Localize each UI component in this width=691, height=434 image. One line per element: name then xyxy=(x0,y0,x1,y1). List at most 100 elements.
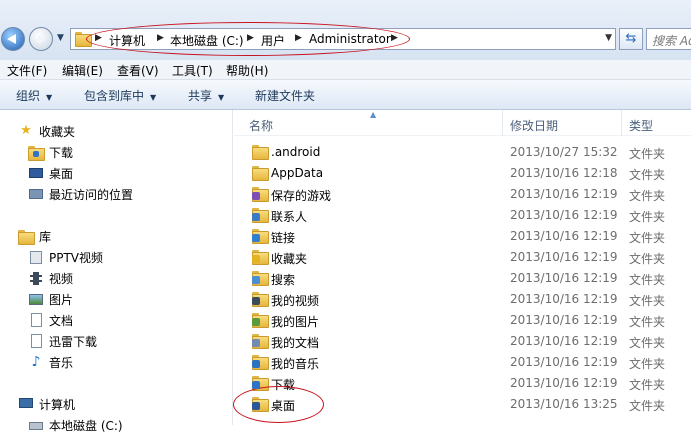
file-type: 文件夹 xyxy=(629,147,666,161)
include-in-library-button[interactable]: 包含到库中 ▼ xyxy=(84,87,156,104)
forward-button[interactable] xyxy=(29,27,53,51)
breadcrumb-separator-icon[interactable]: ▶ xyxy=(157,33,164,43)
breadcrumb-separator-icon[interactable]: ▶ xyxy=(95,33,102,43)
downloads-folder-icon xyxy=(28,144,45,161)
file-type: 文件夹 xyxy=(629,231,666,245)
column-modified[interactable]: 修改日期 xyxy=(510,117,558,134)
file-type: 文件夹 xyxy=(629,294,666,308)
file-type: 文件夹 xyxy=(629,315,666,329)
file-modified-date: 2013/10/16 12:19 xyxy=(510,271,618,285)
table-row[interactable]: 下载 2013/10/16 12:19 文件夹 xyxy=(234,373,691,394)
organize-button[interactable]: 组织 ▼ xyxy=(16,87,52,104)
favorites-folder-icon xyxy=(252,250,269,265)
file-type: 文件夹 xyxy=(629,336,666,350)
recent-pages-chevron-icon[interactable]: ▼ xyxy=(57,33,64,43)
table-row[interactable]: 我的音乐 2013/10/16 12:19 文件夹 xyxy=(234,352,691,373)
refresh-button[interactable]: ⇆ xyxy=(619,28,643,50)
refresh-icon: ⇆ xyxy=(625,31,637,46)
file-modified-date: 2013/10/27 15:32 xyxy=(510,145,618,159)
back-button[interactable] xyxy=(1,27,25,51)
videos-folder-icon xyxy=(252,292,269,307)
column-divider[interactable] xyxy=(502,110,503,136)
table-row[interactable]: 保存的游戏 2013/10/16 12:19 文件夹 xyxy=(234,184,691,205)
file-name: 收藏夹 xyxy=(271,252,308,266)
music-note-icon: ♪ xyxy=(31,354,41,370)
chevron-down-icon: ▼ xyxy=(218,93,225,102)
breadcrumb-administrator[interactable]: Administrator xyxy=(309,32,391,46)
file-name: 我的图片 xyxy=(271,315,320,329)
column-divider[interactable] xyxy=(621,110,622,136)
folder-icon xyxy=(252,145,269,160)
table-row[interactable]: AppData 2013/10/16 12:18 文件夹 xyxy=(234,163,691,184)
column-type[interactable]: 类型 xyxy=(629,117,653,134)
menu-file[interactable]: 文件(F) xyxy=(7,62,47,79)
file-modified-date: 2013/10/16 12:19 xyxy=(510,250,618,264)
picture-icon xyxy=(28,291,44,307)
address-box[interactable]: ▶ 计算机 ▶ 本地磁盘 (C:) ▶ 用户 ▶ Administrator ▶… xyxy=(70,28,616,50)
file-modified-date: 2013/10/16 12:19 xyxy=(510,355,618,369)
music-folder-icon xyxy=(252,355,269,370)
table-row[interactable]: 联系人 2013/10/16 12:19 文件夹 xyxy=(234,205,691,226)
drive-icon xyxy=(28,417,44,433)
table-row[interactable]: 搜索 2013/10/16 12:19 文件夹 xyxy=(234,268,691,289)
links-folder-icon xyxy=(252,229,269,244)
nav-item-pptv-videos-label: PPTV视频 xyxy=(49,251,104,265)
computer-icon xyxy=(18,396,34,412)
file-name: 保存的游戏 xyxy=(271,189,332,203)
file-modified-date: 2013/10/16 12:18 xyxy=(510,166,618,180)
file-name: 我的文档 xyxy=(271,336,320,350)
table-row[interactable]: .android 2013/10/27 15:32 文件夹 xyxy=(234,142,691,163)
file-name: 链接 xyxy=(271,231,296,245)
recent-places-icon xyxy=(28,186,44,202)
file-name: 我的音乐 xyxy=(271,357,320,371)
nav-item-local-disk-label: 本地磁盘 (C:) xyxy=(49,419,123,433)
organize-label: 组织 xyxy=(16,89,41,103)
file-modified-date: 2013/10/16 12:19 xyxy=(510,292,618,306)
table-row[interactable]: 桌面 2013/10/16 13:25 文件夹 xyxy=(234,394,691,415)
nav-item-pictures-label: 图片 xyxy=(49,293,74,307)
file-type: 文件夹 xyxy=(629,399,666,413)
nav-item-xunlei-downloads-label: 迅雷下载 xyxy=(49,335,98,349)
breadcrumb-local-disk[interactable]: 本地磁盘 (C:) xyxy=(170,32,244,49)
table-row[interactable]: 我的视频 2013/10/16 12:19 文件夹 xyxy=(234,289,691,310)
nav-item-downloads-label: 下载 xyxy=(49,146,74,160)
menu-tools[interactable]: 工具(T) xyxy=(172,62,213,79)
file-type: 文件夹 xyxy=(629,210,666,224)
file-modified-date: 2013/10/16 12:19 xyxy=(510,334,618,348)
desktop-icon xyxy=(28,165,44,181)
breadcrumb-separator-icon[interactable]: ▶ xyxy=(295,33,302,43)
breadcrumb-separator-icon[interactable]: ▶ xyxy=(391,33,398,43)
table-row[interactable]: 收藏夹 2013/10/16 12:19 文件夹 xyxy=(234,247,691,268)
menu-bar: 文件(F) 编辑(E) 查看(V) 工具(T) 帮助(H) xyxy=(0,60,691,80)
chevron-down-icon: ▼ xyxy=(150,93,157,102)
menu-edit[interactable]: 编辑(E) xyxy=(62,62,103,79)
table-row[interactable]: 我的图片 2013/10/16 12:19 文件夹 xyxy=(234,310,691,331)
file-name: 联系人 xyxy=(271,210,308,224)
star-icon: ★ xyxy=(20,123,32,138)
column-header-row: ▲ 名称 修改日期 类型 xyxy=(234,110,691,136)
menu-view[interactable]: 查看(V) xyxy=(117,62,159,79)
breadcrumb-separator-icon[interactable]: ▶ xyxy=(247,33,254,43)
search-input[interactable]: 搜索 Adm xyxy=(646,28,691,50)
new-folder-button[interactable]: 新建文件夹 xyxy=(255,87,315,104)
document-icon xyxy=(28,333,44,349)
file-type: 文件夹 xyxy=(629,252,666,266)
menu-help[interactable]: 帮助(H) xyxy=(226,62,268,79)
address-dropdown-icon[interactable]: ▼ xyxy=(605,33,612,43)
share-button[interactable]: 共享 ▼ xyxy=(188,87,224,104)
documents-folder-icon xyxy=(252,334,269,349)
navigation-pane: ★ 收藏夹 下载 桌面 最近访问的位置 库 PPTV视频 视频 图片 文档 迅雷… xyxy=(0,110,233,433)
file-type: 文件夹 xyxy=(629,168,666,182)
nav-item-videos-label: 视频 xyxy=(49,272,74,286)
contacts-folder-icon xyxy=(252,208,269,223)
breadcrumb-users[interactable]: 用户 xyxy=(261,32,285,49)
search-placeholder: 搜索 Adm xyxy=(652,34,691,48)
file-name: 我的视频 xyxy=(271,294,320,308)
breadcrumb-computer[interactable]: 计算机 xyxy=(109,32,145,49)
file-modified-date: 2013/10/16 12:19 xyxy=(510,376,618,390)
table-row[interactable]: 链接 2013/10/16 12:19 文件夹 xyxy=(234,226,691,247)
column-name[interactable]: 名称 xyxy=(249,117,273,134)
file-name: 桌面 xyxy=(271,399,296,413)
nav-favorites-label: 收藏夹 xyxy=(39,125,76,139)
table-row[interactable]: 我的文档 2013/10/16 12:19 文件夹 xyxy=(234,331,691,352)
